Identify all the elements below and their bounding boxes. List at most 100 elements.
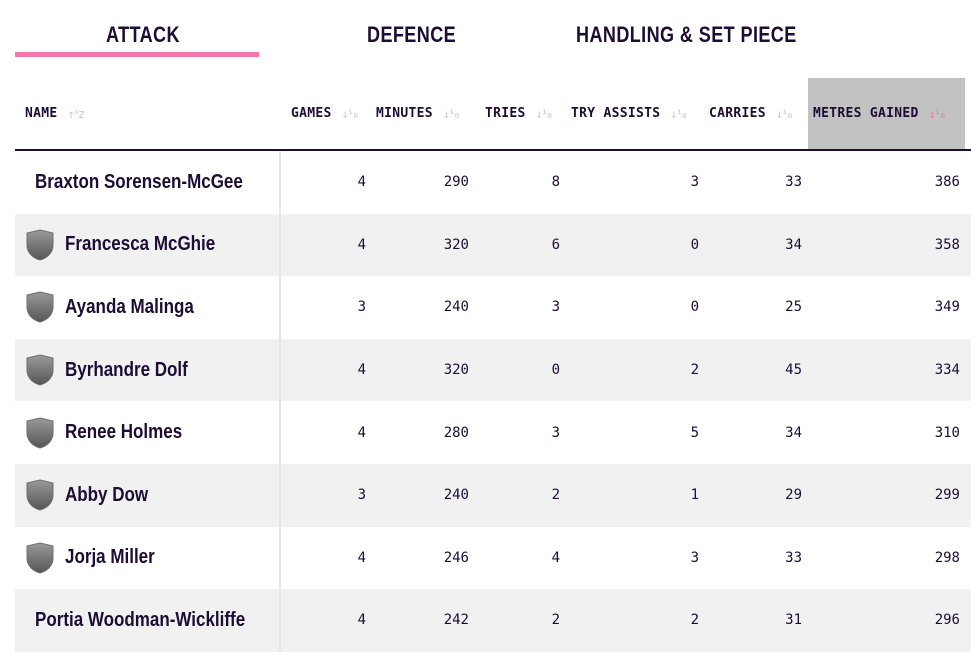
cell-carries: 33 — [785, 174, 802, 191]
cell-minutes: 280 — [443, 424, 469, 441]
cell-minutes: 246 — [443, 549, 469, 566]
player-name-link[interactable]: Ayanda Malinga — [65, 296, 194, 319]
player-name-link[interactable]: Francesca McGhie — [65, 233, 215, 256]
cell-try-assists: 2 — [690, 612, 699, 629]
cell-tries: 6 — [551, 236, 560, 253]
column-header-label: TRY ASSISTS — [571, 106, 661, 121]
cell-games: 4 — [357, 362, 366, 379]
table-row: Jorja Miller 4 246 4 3 33 298 — [15, 526, 971, 590]
cell-games: 3 — [357, 299, 366, 316]
sort-az-icon: ↑ᴬz — [67, 106, 86, 121]
cell-games: 4 — [357, 174, 366, 191]
cell-tries: 0 — [551, 362, 560, 379]
cell-games: 4 — [357, 549, 366, 566]
sort-arrows-icon: ↓¹₀ — [341, 106, 360, 121]
column-header-label: MINUTES — [376, 106, 433, 121]
cell-tries: 3 — [551, 299, 560, 316]
tab-attack[interactable]: ATTACK — [106, 22, 180, 48]
sort-arrows-icon: ↓¹₀ — [535, 106, 554, 121]
player-name-link[interactable]: Renee Holmes — [65, 421, 182, 444]
cell-minutes: 240 — [443, 299, 469, 316]
cell-metres-gained: 349 — [934, 299, 960, 316]
tab-handling-set-piece[interactable]: HANDLING & SET PIECE — [576, 22, 797, 48]
cell-games: 4 — [357, 612, 366, 629]
player-name-link[interactable]: Byrhandre Dolf — [65, 359, 188, 382]
cell-tries: 4 — [551, 549, 560, 566]
cell-minutes: 242 — [443, 612, 469, 629]
cell-tries: 2 — [551, 487, 560, 504]
player-cell: Abby Dow — [15, 463, 281, 527]
table-row: Portia Woodman-Wickliffe 4 242 2 2 31 296 — [15, 589, 971, 652]
cell-tries: 8 — [551, 174, 560, 191]
cell-try-assists: 3 — [690, 549, 699, 566]
column-header-label: GAMES — [291, 106, 332, 121]
cell-carries: 45 — [785, 362, 802, 379]
stats-tabs: ATTACK DEFENCE HANDLING & SET PIECE — [15, 0, 971, 60]
team-crest-icon — [26, 229, 54, 261]
active-tab-indicator — [15, 52, 259, 57]
cell-minutes: 290 — [443, 174, 469, 191]
cell-minutes: 320 — [443, 362, 469, 379]
cell-try-assists: 5 — [690, 424, 699, 441]
column-header-games[interactable]: GAMES ↓¹₀ — [291, 78, 360, 149]
team-crest-icon — [26, 479, 54, 511]
cell-try-assists: 0 — [690, 236, 699, 253]
cell-try-assists: 3 — [690, 174, 699, 191]
cell-metres-gained: 299 — [934, 487, 960, 504]
cell-metres-gained: 296 — [934, 612, 960, 629]
stats-table: NAME ↑ᴬz GAMES ↓¹₀ MINUTES ↓¹₀ TRIES ↓¹₀… — [15, 78, 971, 652]
sort-arrows-icon: ↓¹₀ — [670, 106, 688, 121]
column-header-name[interactable]: NAME ↑ᴬz — [25, 78, 86, 149]
cell-games: 4 — [357, 236, 366, 253]
cell-carries: 33 — [785, 549, 802, 566]
cell-metres-gained: 298 — [934, 549, 960, 566]
cell-metres-gained: 358 — [934, 236, 960, 253]
cell-minutes: 240 — [443, 487, 469, 504]
cell-metres-gained: 386 — [934, 174, 960, 191]
player-cell: Francesca McGhie — [15, 213, 281, 277]
team-crest-icon — [26, 291, 54, 324]
table-header: NAME ↑ᴬz GAMES ↓¹₀ MINUTES ↓¹₀ TRIES ↓¹₀… — [15, 78, 971, 151]
player-cell: Ayanda Malinga — [15, 276, 281, 339]
column-header-label: TRIES — [485, 106, 526, 121]
player-name-link[interactable]: Braxton Sorensen-McGee — [35, 171, 243, 194]
table-row: Renee Holmes 4 280 3 5 34 310 — [15, 401, 971, 464]
column-header-tries[interactable]: TRIES ↓¹₀ — [485, 78, 554, 149]
cell-tries: 3 — [551, 424, 560, 441]
player-name-link[interactable]: Portia Woodman-Wickliffe — [35, 609, 245, 632]
sort-arrows-icon: ↓¹₀ — [775, 106, 794, 121]
cell-carries: 29 — [785, 487, 802, 504]
column-header-try-assists[interactable]: TRY ASSISTS ↓¹₀ — [571, 78, 688, 149]
cell-metres-gained: 310 — [934, 424, 960, 441]
table-row: Ayanda Malinga 3 240 3 0 25 349 — [15, 276, 971, 339]
table-body: Braxton Sorensen-McGee 4 290 8 3 33 386 Frances… — [15, 151, 971, 652]
column-header-label: NAME — [25, 106, 58, 121]
cell-try-assists: 1 — [690, 487, 699, 504]
team-crest-icon — [26, 542, 54, 574]
table-row: Francesca McGhie 4 320 6 0 34 358 — [15, 213, 971, 277]
table-row: Abby Dow 3 240 2 1 29 299 — [15, 463, 971, 527]
player-cell: Braxton Sorensen-McGee — [15, 151, 281, 214]
team-crest-icon — [26, 417, 54, 449]
cell-minutes: 320 — [443, 236, 469, 253]
player-cell: Byrhandre Dolf — [15, 338, 281, 402]
tab-defence[interactable]: DEFENCE — [367, 22, 456, 48]
table-row: Byrhandre Dolf 4 320 0 2 45 334 — [15, 338, 971, 402]
cell-games: 4 — [357, 424, 366, 441]
cell-metres-gained: 334 — [934, 362, 960, 379]
column-header-metres-gained[interactable]: METRES GAINED ↓¹₀ — [808, 78, 965, 149]
column-header-minutes[interactable]: MINUTES ↓¹₀ — [376, 78, 461, 149]
player-cell: Portia Woodman-Wickliffe — [15, 589, 281, 652]
cell-games: 3 — [357, 487, 366, 504]
player-cell: Jorja Miller — [15, 526, 281, 590]
cell-carries: 25 — [785, 299, 802, 316]
table-row: Braxton Sorensen-McGee 4 290 8 3 33 386 — [15, 151, 971, 214]
player-name-link[interactable]: Abby Dow — [65, 484, 148, 507]
player-name-link[interactable]: Jorja Miller — [65, 546, 155, 569]
cell-carries: 34 — [785, 424, 802, 441]
cell-carries: 31 — [785, 612, 802, 629]
column-header-label: CARRIES — [709, 106, 766, 121]
cell-tries: 2 — [551, 612, 560, 629]
column-header-carries[interactable]: CARRIES ↓¹₀ — [709, 78, 794, 149]
team-crest-icon — [26, 354, 54, 386]
